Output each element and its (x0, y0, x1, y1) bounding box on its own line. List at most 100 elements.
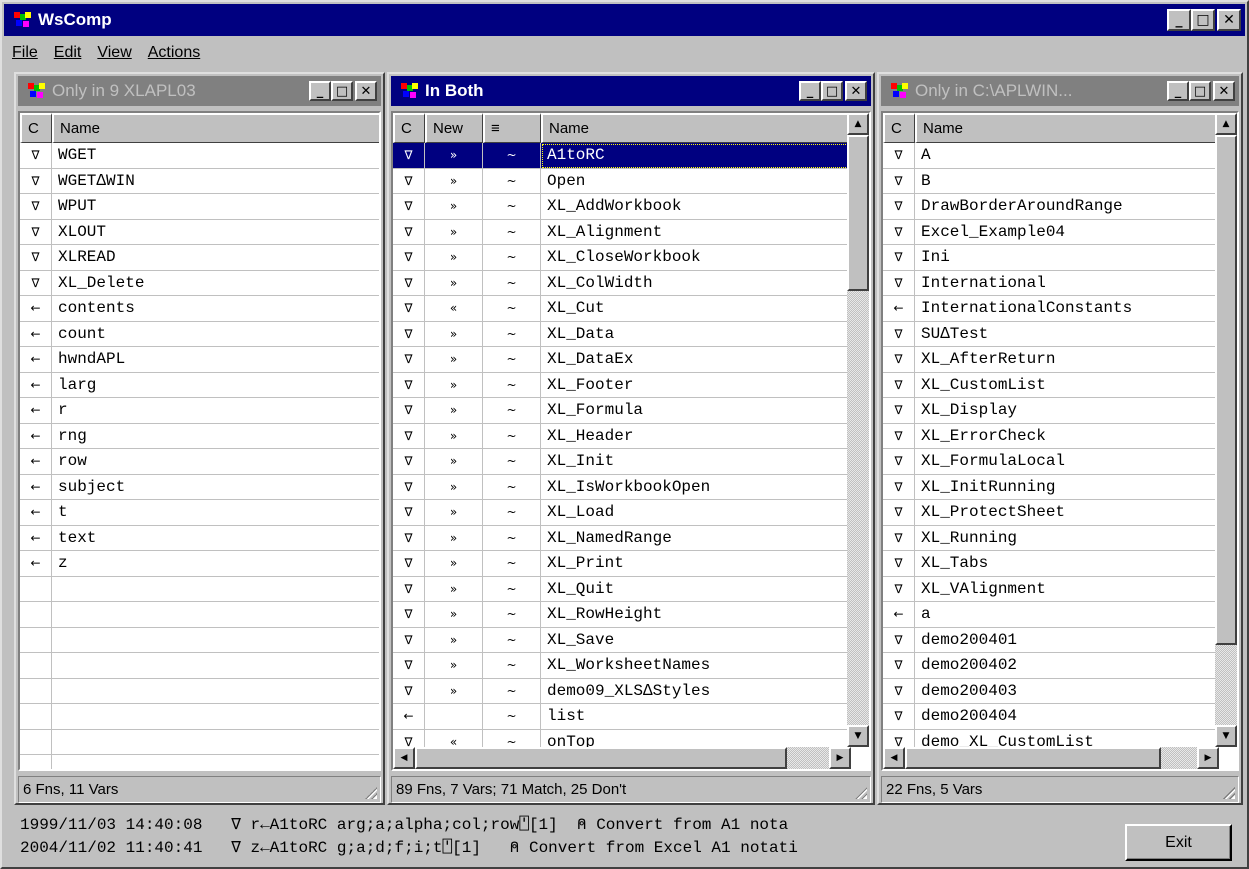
table-row[interactable]: ← hwndAPL (20, 347, 379, 373)
column-header[interactable]: Name (915, 113, 1219, 143)
table-row[interactable]: ∇ XL_ProtectSheet (883, 500, 1219, 526)
table-row[interactable]: ∇» ~ XL_Alignment (393, 219, 851, 245)
column-header[interactable]: ≡ (483, 113, 541, 143)
table-row[interactable]: ∇» ~ A1toRC (393, 143, 851, 169)
table-row[interactable]: ∇» ~ XL_Formula (393, 398, 851, 424)
table-row[interactable]: ∇ demo200402 (883, 653, 1219, 679)
table-row[interactable]: ∇ XL_FormulaLocal (883, 449, 1219, 475)
minimize-button[interactable]: _ (799, 81, 821, 101)
table-row[interactable]: ∇ Excel_Example04 (883, 219, 1219, 245)
table-row[interactable]: ∇ WGET (20, 143, 379, 169)
table-row[interactable]: ← z (20, 551, 379, 577)
pane-titlebar[interactable]: In Both _ □ ✕ (391, 76, 871, 106)
hscroll-thumb[interactable] (905, 747, 1161, 769)
minimize-button[interactable]: _ (309, 81, 331, 101)
table-row[interactable]: ∇» ~ XL_Print (393, 551, 851, 577)
table-row[interactable]: ∇ SU∆Test (883, 321, 1219, 347)
table-row[interactable]: ← InternationalConstants (883, 296, 1219, 322)
column-header[interactable]: C (20, 113, 52, 143)
table-row[interactable]: ∇ XL_CustomList (883, 372, 1219, 398)
minimize-button[interactable]: _ (1167, 81, 1189, 101)
maximize-button[interactable]: □ (331, 81, 353, 101)
table-row[interactable]: ∇» ~ XL_Init (393, 449, 851, 475)
scroll-down-icon[interactable]: ▼ (847, 725, 869, 747)
vertical-scrollbar[interactable]: ▲ ▼ (1215, 113, 1237, 747)
table-row[interactable]: ∇» ~ XL_IsWorkbookOpen (393, 474, 851, 500)
table-row[interactable]: ∇ demo200401 (883, 627, 1219, 653)
table-row[interactable]: ∇» ~ XL_RowHeight (393, 602, 851, 628)
minimize-button[interactable]: _ (1167, 9, 1191, 31)
table-row[interactable]: ∇ Ini (883, 245, 1219, 271)
table-row[interactable]: ← text (20, 525, 379, 551)
table-row[interactable]: ∇ XL_InitRunning (883, 474, 1219, 500)
table-row[interactable]: ∇ XLREAD (20, 245, 379, 271)
scroll-right-icon[interactable]: ▶ (1197, 747, 1219, 769)
table-row[interactable]: ∇ «~ XL_Cut (393, 296, 851, 322)
table-row[interactable]: ← subject (20, 474, 379, 500)
resize-grip-icon[interactable] (1223, 787, 1235, 799)
close-button[interactable]: ✕ (845, 81, 867, 101)
table-row[interactable]: ← rng (20, 423, 379, 449)
center-grid[interactable]: C New ≡ Name ∇» ~ A1toRC ∇» ~ Open ∇» ~ XL_AddWorkbo… (391, 111, 871, 771)
table-row[interactable]: ∇» ~ XL_Save (393, 627, 851, 653)
horizontal-scrollbar[interactable]: ◀ ▶ (883, 747, 1219, 769)
table-row[interactable]: ∇» ~ XL_Header (393, 423, 851, 449)
table-row[interactable]: ∇» ~ XL_Data (393, 321, 851, 347)
table-row[interactable]: ∇» ~ XL_Quit (393, 576, 851, 602)
column-header[interactable]: Name (52, 113, 379, 143)
close-button[interactable]: ✕ (355, 81, 377, 101)
table-row[interactable]: ∇» ~ XL_CloseWorkbook (393, 245, 851, 271)
table-row[interactable]: ∇ B (883, 168, 1219, 194)
column-header[interactable]: C (393, 113, 425, 143)
table-row[interactable]: ∇ DrawBorderAroundRange (883, 194, 1219, 220)
scroll-up-icon[interactable]: ▲ (1215, 113, 1237, 135)
menu-edit[interactable]: Edit (46, 44, 90, 62)
table-row[interactable]: ∇» ~ XL_Footer (393, 372, 851, 398)
menu-file[interactable]: File (4, 44, 46, 62)
table-row[interactable]: ∇» ~ demo09_XLS∆Styles (393, 678, 851, 704)
left-grid[interactable]: C Name ∇ WGET ∇ WGET∆WIN ∇ WPUT ∇ XLOUT ∇ XLREAD ∇ XL… (18, 111, 381, 771)
table-row[interactable]: ∇» ~ XL_ColWidth (393, 270, 851, 296)
table-row[interactable]: ∇ demo200404 (883, 704, 1219, 730)
scroll-left-icon[interactable]: ◀ (883, 747, 905, 769)
table-row[interactable]: ∇» ~ Open (393, 168, 851, 194)
scroll-up-icon[interactable]: ▲ (847, 113, 869, 135)
column-header[interactable]: New (425, 113, 483, 143)
table-row[interactable]: ← t (20, 500, 379, 526)
close-button[interactable]: ✕ (1213, 81, 1235, 101)
scroll-thumb[interactable] (847, 135, 869, 291)
table-row[interactable]: ← larg (20, 372, 379, 398)
maximize-button[interactable]: □ (1189, 81, 1211, 101)
table-row[interactable]: ← row (20, 449, 379, 475)
table-row[interactable]: ∇ XL_Delete (20, 270, 379, 296)
table-row[interactable]: ∇ XLOUT (20, 219, 379, 245)
scroll-thumb[interactable] (1215, 135, 1237, 645)
horizontal-scrollbar[interactable]: ◀ ▶ (393, 747, 851, 769)
close-button[interactable]: ✕ (1217, 9, 1241, 31)
table-row[interactable]: ∇ XL_Tabs (883, 551, 1219, 577)
menu-actions[interactable]: Actions (140, 44, 208, 62)
table-row[interactable]: ∇» ~ XL_AddWorkbook (393, 194, 851, 220)
table-row[interactable]: ∇» ~ XL_NamedRange (393, 525, 851, 551)
table-row[interactable]: ∇ XL_Display (883, 398, 1219, 424)
maximize-button[interactable]: □ (821, 81, 843, 101)
table-row[interactable]: ∇ XL_Running (883, 525, 1219, 551)
table-row[interactable]: ∇ XL_ErrorCheck (883, 423, 1219, 449)
window-titlebar[interactable]: WsComp _ □ ✕ (4, 4, 1245, 36)
column-header[interactable]: Name (541, 113, 851, 143)
table-row[interactable]: ∇ WGET∆WIN (20, 168, 379, 194)
menu-view[interactable]: View (89, 44, 139, 62)
pane-titlebar[interactable]: Only in C:\APLWIN... _ □ ✕ (881, 76, 1239, 106)
scroll-left-icon[interactable]: ◀ (393, 747, 415, 769)
table-row[interactable]: ∇ demo200403 (883, 678, 1219, 704)
table-row[interactable]: ∇» ~ XL_Load (393, 500, 851, 526)
table-row[interactable]: ∇ A (883, 143, 1219, 169)
table-row[interactable]: ∇ XL_AfterReturn (883, 347, 1219, 373)
scroll-down-icon[interactable]: ▼ (1215, 725, 1237, 747)
table-row[interactable]: ∇» ~ XL_WorksheetNames (393, 653, 851, 679)
table-row[interactable]: ∇ International (883, 270, 1219, 296)
table-row[interactable]: ∇» ~ XL_DataEx (393, 347, 851, 373)
pane-titlebar[interactable]: Only in 9 XLAPL03 _ □ ✕ (18, 76, 381, 106)
vertical-scrollbar[interactable]: ▲ ▼ (847, 113, 869, 747)
table-row[interactable]: ← a (883, 602, 1219, 628)
